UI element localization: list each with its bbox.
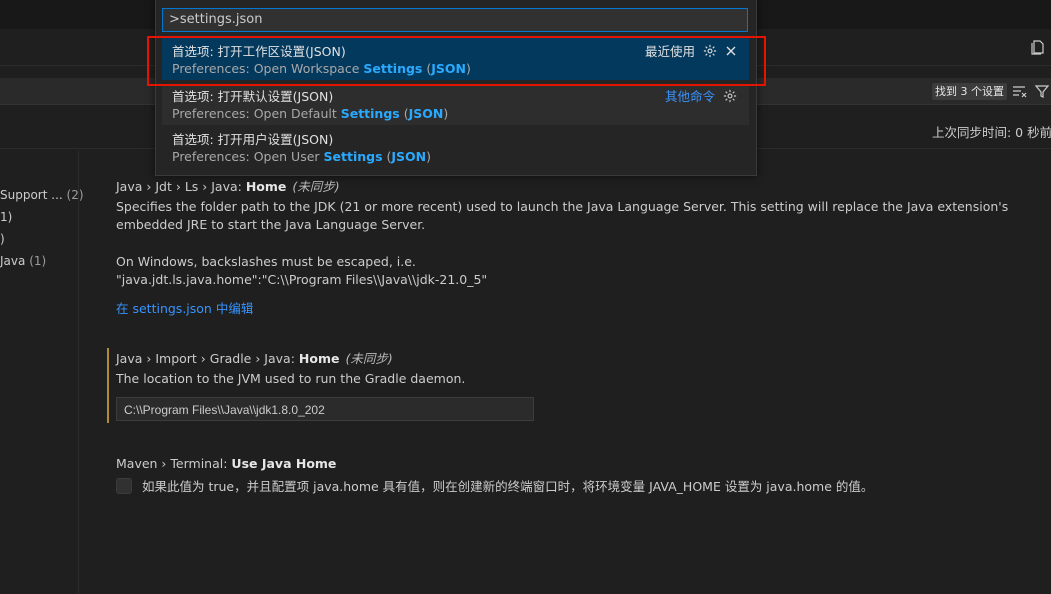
setting-description: 如果此值为 true，并且配置项 java.home 具有值，则在创建新的终端窗…	[142, 479, 874, 494]
toc-item-3[interactable]: )	[0, 232, 5, 246]
toc-item-label: Support ...	[0, 188, 63, 202]
command-item-actions: 其他命令	[665, 86, 737, 105]
unsynced-label: (未同步)	[345, 351, 393, 366]
setting-description: On Windows, backslashes must be escaped,…	[116, 254, 416, 269]
setting-path: Java › Jdt › Ls › Java:	[116, 179, 246, 194]
toc-item-label: 1)	[0, 210, 13, 224]
toc-item-count: (1)	[29, 254, 47, 268]
setting-title-import-gradle-java-home: Java › Import › Gradle › Java: Home (未同步)	[116, 348, 393, 367]
toc-item-support[interactable]: Support ... (2)	[0, 188, 84, 202]
command-label: 首选项: 打开默认设置(JSON)	[172, 89, 334, 104]
setting-name: Home	[298, 351, 340, 366]
last-sync-time: 上次同步时间: 0 秒前	[932, 125, 1051, 140]
open-json-icon[interactable]	[1029, 38, 1047, 56]
clear-filter-icon[interactable]	[1010, 82, 1028, 100]
toc-item-2[interactable]: 1)	[0, 210, 12, 224]
toc-divider	[78, 150, 79, 594]
use-java-home-checkbox[interactable]	[116, 478, 132, 494]
command-detail: Preferences: Open User Settings (JSON)	[172, 149, 432, 164]
gear-icon[interactable]	[723, 89, 737, 103]
setting-description-example: "java.jdt.ls.java.home":"C:\\Program Fil…	[116, 272, 488, 287]
toc-item-count: (2)	[66, 188, 84, 202]
annotation-highlight-box	[147, 36, 766, 86]
command-palette: >settings.json 首选项: 打开工作区设置(JSON) Prefer…	[155, 0, 757, 176]
setting-description: Specifies the folder path to the JDK (21…	[116, 199, 1009, 232]
setting-name: Use Java Home	[231, 456, 337, 471]
command-label: 首选项: 打开用户设置(JSON)	[172, 132, 334, 147]
unsynced-label: (未同步)	[292, 179, 340, 194]
toc-item-label: )	[0, 232, 5, 246]
modified-indicator	[107, 348, 109, 423]
edit-in-settings-json-link[interactable]: 在 settings.json 中编辑	[116, 298, 253, 317]
command-detail: Preferences: Open Default Settings (JSON…	[172, 106, 449, 121]
filter-icon[interactable]	[1033, 82, 1051, 100]
setting-path: Maven › Terminal:	[116, 456, 232, 471]
setting-description: The location to the JVM used to run the …	[116, 371, 466, 386]
setting-path: Java › Import › Gradle › Java:	[116, 351, 299, 366]
command-item-open-default-settings-json[interactable]: 首选项: 打开默认设置(JSON) Preferences: Open Defa…	[162, 82, 749, 125]
toc-item-java[interactable]: Java (1)	[0, 254, 46, 268]
command-item-open-user-settings-json[interactable]: 首选项: 打开用户设置(JSON) Preferences: Open User…	[162, 125, 749, 168]
setting-title-jdt-ls-java-home: Java › Jdt › Ls › Java: Home (未同步)	[116, 176, 340, 195]
toc-item-label: Java	[0, 254, 26, 268]
other-commands-link[interactable]: 其他命令	[665, 86, 715, 105]
results-count-badge: 找到 3 个设置	[932, 83, 1007, 100]
setting-name: Home	[245, 179, 287, 194]
setting-title-maven-terminal-use-java-home: Maven › Terminal: Use Java Home	[116, 456, 336, 471]
gradle-java-home-input[interactable]: C:\\Program Files\\Java\\jdk1.8.0_202	[116, 397, 534, 421]
command-palette-input[interactable]: >settings.json	[162, 8, 748, 32]
